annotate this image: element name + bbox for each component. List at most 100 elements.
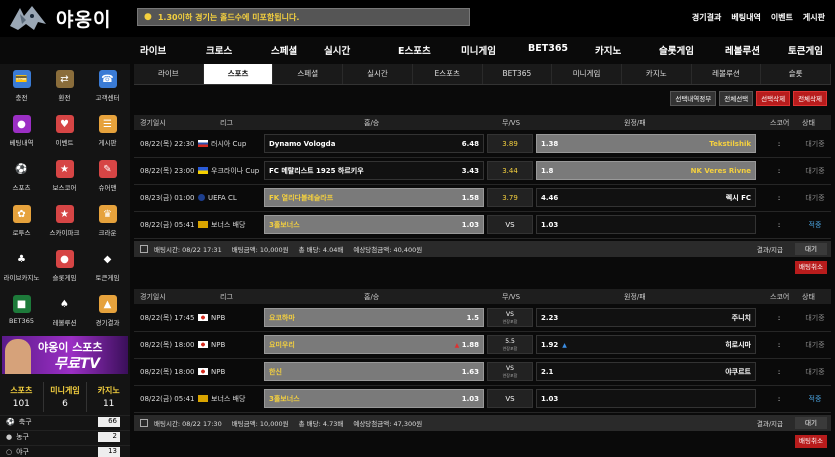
sidebar-item-5[interactable]: ☰ 게시판 xyxy=(86,113,129,149)
home-team: 요코하마 xyxy=(269,313,295,322)
tab-2[interactable]: 스페셜 xyxy=(273,64,344,84)
bet-row: 08/22(목) 18:00 NPB 한신 1.63 VS 연장포함 2.1 야쿠르트: 대기중 xyxy=(134,359,831,386)
away-odds-button[interactable]: 1.92 ▲ 히로시마 xyxy=(536,335,756,354)
count-casino[interactable]: 카지노 11 xyxy=(87,382,130,412)
top-link-results[interactable]: 경기결과 xyxy=(692,12,721,23)
summary-expected: 예상당첨금액: 47,300원 xyxy=(353,420,423,428)
top-link-board[interactable]: 게시판 xyxy=(803,12,825,23)
tab-9[interactable]: 슬롯 xyxy=(761,64,832,84)
select-all-button[interactable]: 전체선택 xyxy=(719,91,754,106)
draw-odds-button[interactable]: 3.89 xyxy=(487,134,533,153)
logo[interactable]: 야옹이 xyxy=(8,2,126,34)
away-odds-button[interactable]: 1.03 xyxy=(536,215,756,234)
sidebar-item-15[interactable]: ■ BET365 xyxy=(0,293,43,329)
sidebar-item-11[interactable]: ♛ 크라운 xyxy=(86,203,129,239)
sidebar-item-9[interactable]: ✿ 로투스 xyxy=(0,203,43,239)
away-odds-button[interactable]: 1.03 xyxy=(536,389,756,408)
sidebar-item-1[interactable]: ⇄ 환전 xyxy=(43,68,86,104)
tab-7[interactable]: 카지노 xyxy=(622,64,692,84)
sidebar-item-3[interactable]: ● 베팅내역 xyxy=(0,113,43,149)
draw-odds-button[interactable]: VS 연장포함 xyxy=(487,362,533,381)
tv-banner[interactable]: 야옹이 스포츠 무료TV xyxy=(2,336,128,374)
home-odds-button[interactable]: FC 메탈리스트 1925 하르키우 3.43 xyxy=(264,161,484,180)
sport-row-basketball[interactable]: ● 농구 2 xyxy=(0,430,130,443)
tab-0[interactable]: 라이브 xyxy=(134,64,204,84)
delete-selected-button[interactable]: 선택삭제 xyxy=(756,91,791,106)
sidebar-item-8[interactable]: ✎ 슈어맨 xyxy=(86,158,129,194)
away-odds: 1.92 ▲ xyxy=(541,341,567,349)
away-odds-button[interactable]: 1.38 Tekstilshik xyxy=(536,134,756,153)
sidebar-item-4[interactable]: ♥ 이벤트 xyxy=(43,113,86,149)
select-history-button[interactable]: 선택내역정부 xyxy=(670,91,717,106)
home-odds-value: 1.63 xyxy=(461,367,479,376)
nav-item-8[interactable]: 슬롯게임 xyxy=(659,43,694,57)
tab-8[interactable]: 레볼루션 xyxy=(692,64,762,84)
tab-5[interactable]: BET365 xyxy=(483,64,553,84)
summary-result-label: 결과/지급 xyxy=(756,246,783,254)
draw-odds-button[interactable]: VS xyxy=(487,215,533,234)
sidebar-item-16[interactable]: ♠ 레볼루션 xyxy=(43,293,86,329)
sidebar-item-10[interactable]: ★ 스카이파크 xyxy=(43,203,86,239)
sidebar-item-0[interactable]: 💳 충전 xyxy=(0,68,43,104)
sport-row-soccer[interactable]: ⚽ 축구 66 xyxy=(0,415,130,428)
nav-item-3[interactable]: 실시간 xyxy=(324,43,350,57)
slip-checkbox[interactable] xyxy=(140,419,148,427)
sidebar-item-17[interactable]: ▲ 경기결과 xyxy=(86,293,129,329)
tab-1[interactable]: 스포츠 xyxy=(203,64,274,84)
nav-item-1[interactable]: 크로스 xyxy=(206,43,232,57)
nav-item-7[interactable]: 카지노 xyxy=(595,43,621,57)
col-header-3: 무/VS xyxy=(502,118,521,127)
sport-row-baseball[interactable]: ○ 야구 13 xyxy=(0,445,130,457)
sidebar-item-13[interactable]: ● 슬롯게임 xyxy=(43,248,86,284)
away-odds-button[interactable]: 2.23 주니치 xyxy=(536,308,756,327)
sport-count: 13 xyxy=(98,447,120,457)
league-name: 보너스 배당 xyxy=(211,394,246,403)
slip-status-button[interactable]: 대기 xyxy=(795,417,827,429)
nav-item-5[interactable]: 미니게임 xyxy=(461,43,496,57)
slip-checkbox[interactable] xyxy=(140,245,148,253)
betting-history-icon: ● xyxy=(12,115,31,133)
away-odds-button[interactable]: 4.46 렉시 FC xyxy=(536,188,756,207)
league-name: 보너스 배당 xyxy=(211,220,246,229)
delete-all-button[interactable]: 전체삭제 xyxy=(793,91,827,106)
bet-row: 08/22(금) 05:41 보너스 배당 3홀보너스 1.03 VS 1.03: 적중 xyxy=(134,212,831,239)
home-odds-button[interactable]: 3홀보너스 1.03 xyxy=(264,389,484,408)
nav-item-0[interactable]: 라이브 xyxy=(140,43,166,57)
home-odds-button[interactable]: 요코하마 1.5 xyxy=(264,308,484,327)
count-sports[interactable]: 스포츠 101 xyxy=(0,382,44,412)
home-odds-button[interactable]: Dynamo Vologda 6.48 xyxy=(264,134,484,153)
nav-item-4[interactable]: E스포츠 xyxy=(398,43,431,57)
sidebar-item-2[interactable]: ☎ 고객센터 xyxy=(86,68,129,104)
count-minigame[interactable]: 미니게임 6 xyxy=(44,382,88,412)
cancel-bet-button[interactable]: 배팅취소 xyxy=(795,435,827,448)
score: : xyxy=(777,313,781,322)
home-odds-button[interactable]: FK 열리다볼레슬라프 1.58 xyxy=(264,188,484,207)
tab-3[interactable]: 실시간 xyxy=(343,64,413,84)
nav-item-6[interactable]: BET365 xyxy=(528,43,568,54)
slip-status-button[interactable]: 대기 xyxy=(795,243,827,255)
nav-item-10[interactable]: 토큰게임 xyxy=(788,43,823,57)
draw-odds-button[interactable]: 3.44 xyxy=(487,161,533,180)
home-odds: 1.58 xyxy=(462,194,479,202)
away-odds-button[interactable]: 2.1 야쿠르트 xyxy=(536,362,756,381)
nav-item-9[interactable]: 레볼루션 xyxy=(725,43,760,57)
nav-item-2[interactable]: 스페셜 xyxy=(271,43,297,57)
draw-odds-button[interactable]: VS 연장포함 xyxy=(487,308,533,327)
away-odds-button[interactable]: 1.8 NK Veres Rivne xyxy=(536,161,756,180)
tab-4[interactable]: E스포츠 xyxy=(413,64,483,84)
sidebar-item-12[interactable]: ♣ 라이브카지노 xyxy=(0,248,43,284)
home-team: 3홀보너스 xyxy=(269,394,300,403)
home-odds-button[interactable]: 3홀보너스 1.03 xyxy=(264,215,484,234)
cancel-bet-button[interactable]: 배팅취소 xyxy=(795,261,827,274)
sidebar-item-7[interactable]: ★ 보스코어 xyxy=(43,158,86,194)
draw-odds-button[interactable]: VS xyxy=(487,389,533,408)
tab-6[interactable]: 미니게임 xyxy=(552,64,622,84)
home-odds-button[interactable]: 한신 1.63 xyxy=(264,362,484,381)
top-link-event[interactable]: 이벤트 xyxy=(771,12,793,23)
sidebar-item-6[interactable]: ⚽ 스포츠 xyxy=(0,158,43,194)
draw-odds-button[interactable]: 3.79 xyxy=(487,188,533,207)
top-link-bet-history[interactable]: 베팅내역 xyxy=(731,12,760,23)
home-odds-button[interactable]: 요미우리 ▲ 1.88 xyxy=(264,335,484,354)
sidebar-item-14[interactable]: ◆ 토큰게임 xyxy=(86,248,129,284)
draw-odds-button[interactable]: 5.5 연장포함 xyxy=(487,335,533,354)
